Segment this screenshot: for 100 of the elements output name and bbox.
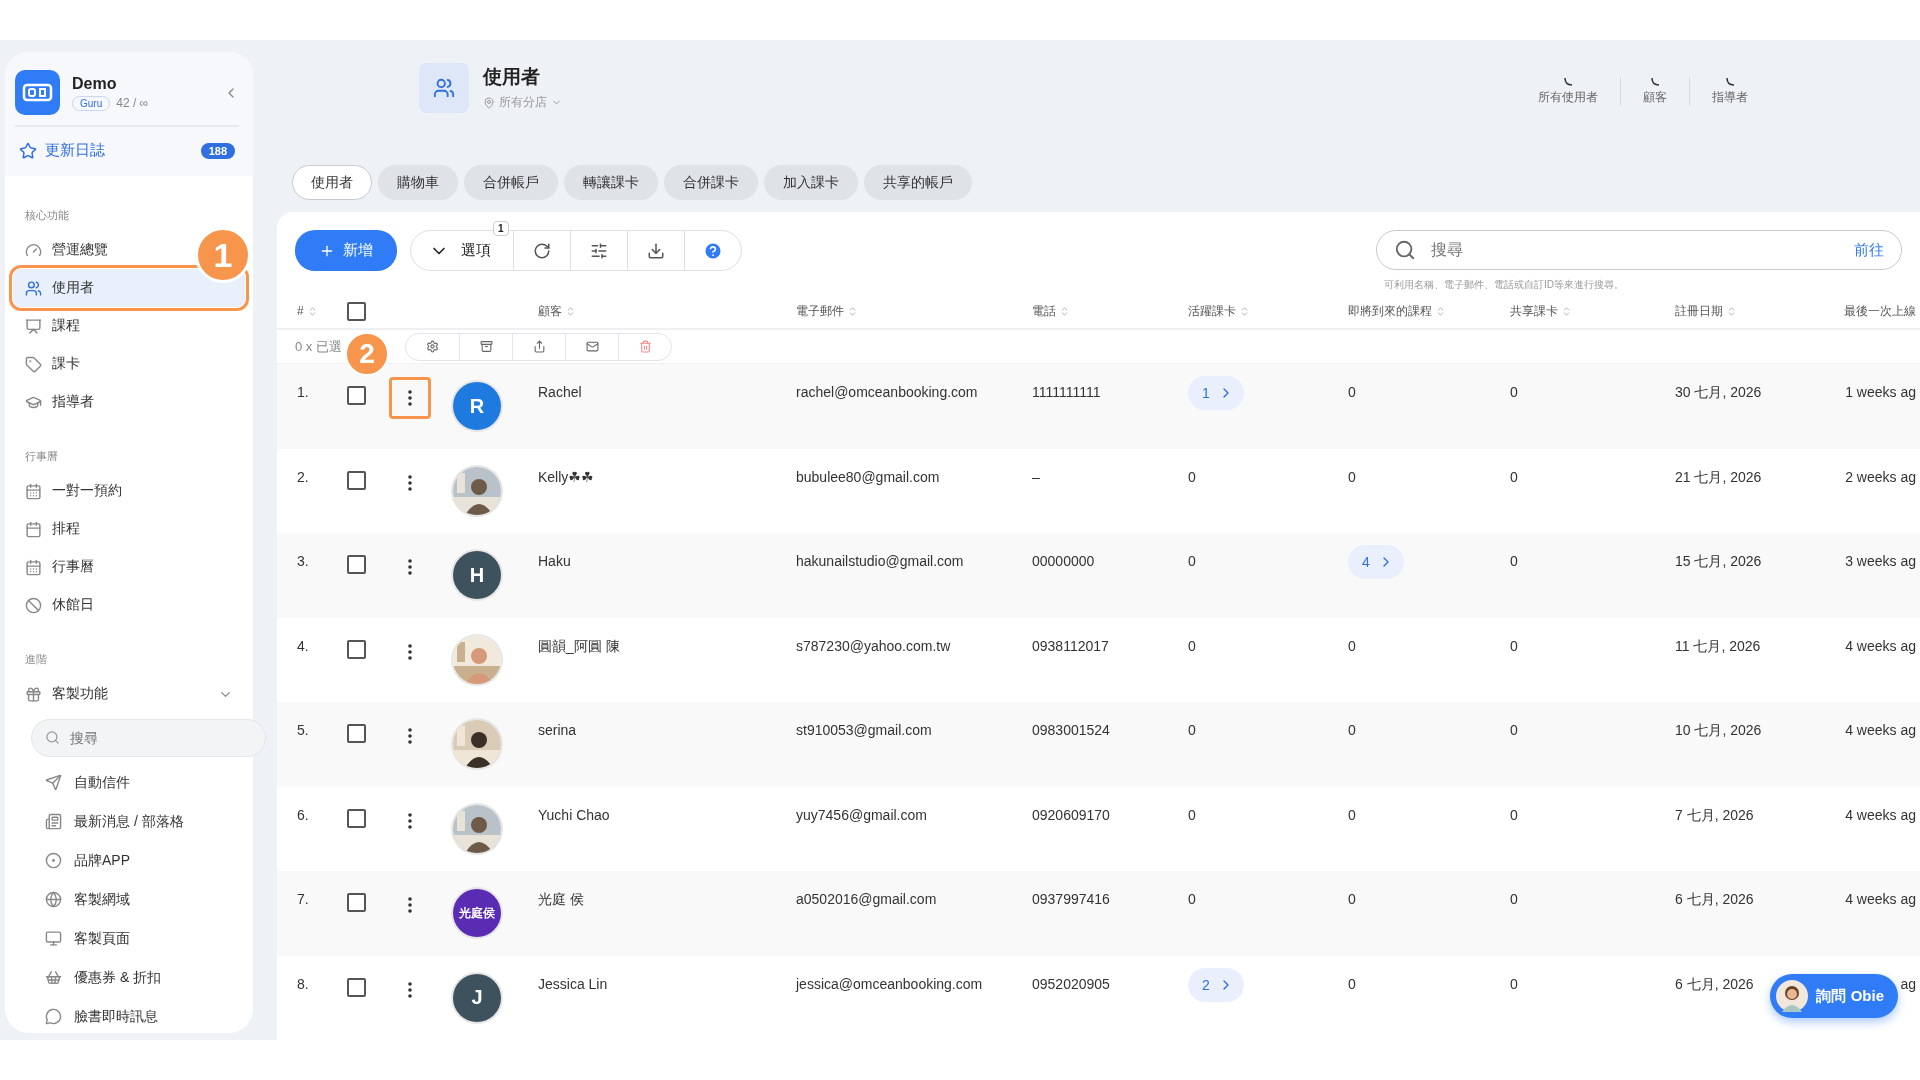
column-header[interactable]: 電話: [1032, 302, 1188, 320]
column-header[interactable]: #: [297, 304, 347, 319]
sidebar-item[interactable]: 行事曆: [13, 548, 106, 586]
sidebar-item[interactable]: 課卡: [13, 345, 92, 383]
row-checkbox[interactable]: [347, 555, 366, 574]
section-title: 進階: [24, 652, 48, 667]
sidebar-item[interactable]: 最新消息 / 部落格: [13, 802, 245, 841]
users-icon: [419, 62, 469, 113]
table-cell: 21 七月, 2026: [1675, 468, 1762, 487]
sort-icon[interactable]: [1239, 305, 1250, 317]
count-link[interactable]: 4: [1348, 545, 1404, 579]
table-cell-text: 4 weeks ag: [1845, 637, 1917, 654]
sidebar-item[interactable]: 課程: [13, 307, 92, 345]
tab[interactable]: 使用者: [292, 165, 372, 200]
changelog-link[interactable]: 更新日誌 188: [15, 127, 239, 170]
globe-icon: [45, 891, 62, 908]
tab[interactable]: 合併帳戶: [464, 165, 558, 200]
avatar: J: [453, 973, 501, 1022]
column-header[interactable]: 即將到來的課程: [1348, 302, 1510, 320]
tab[interactable]: 轉讓課卡: [564, 165, 658, 200]
sidebar-item[interactable]: 客製功能: [13, 675, 245, 713]
table-cell: 11 七月, 2026: [1675, 637, 1761, 656]
row-checkbox[interactable]: [347, 386, 366, 405]
sidebar-item[interactable]: 排程: [13, 510, 92, 548]
tab[interactable]: 合併課卡: [664, 165, 758, 200]
sort-icon[interactable]: [847, 305, 858, 317]
sidebar-item[interactable]: 營運總覽: [13, 231, 120, 269]
table-cell: 6 七月, 2026: [1675, 891, 1754, 909]
customer-name: Rachel: [538, 384, 582, 400]
customer-name: 圓韻_阿圓 陳: [538, 637, 620, 656]
table-cell: 0: [1510, 891, 1518, 907]
tab[interactable]: 共享的帳戶: [864, 165, 972, 200]
row-checkbox[interactable]: [347, 893, 366, 912]
sidebar-item[interactable]: 一對一預約: [13, 472, 134, 510]
table-cell: 0983001524: [1032, 722, 1110, 738]
sort-icon[interactable]: [1561, 305, 1572, 317]
row-checkbox[interactable]: [347, 724, 366, 743]
sidebar-item[interactable]: 品牌APP: [13, 841, 245, 880]
sidebar-item[interactable]: 客製網域: [13, 880, 245, 919]
sidebar-item[interactable]: 自動信件: [13, 763, 245, 802]
calendar-icon: [25, 520, 42, 538]
sidebar-item[interactable]: 優惠券 & 折扣: [13, 958, 245, 997]
avatar: R: [453, 382, 501, 430]
assistant-button[interactable]: 詢問 Obie: [1770, 974, 1898, 1018]
column-header[interactable]: 活躍課卡: [1188, 302, 1348, 320]
table-cell: jessica@omceanbooking.com: [796, 975, 983, 992]
mail-icon: [585, 340, 599, 354]
sidebar-item[interactable]: 臉書即時訊息: [13, 997, 245, 1036]
tab[interactable]: 購物車: [378, 165, 458, 200]
row-checkbox[interactable]: [347, 808, 366, 828]
customer-name: Yuchi Chao: [538, 806, 610, 823]
easel-icon: [25, 317, 42, 335]
table-cell: 0: [1188, 806, 1196, 823]
count-link[interactable]: 2: [1188, 967, 1244, 1002]
count-link[interactable]: 1: [1188, 376, 1244, 410]
table-cell: 0: [1348, 637, 1356, 654]
table-cell: 0: [1188, 468, 1196, 485]
search-field[interactable]: 搜尋: [31, 719, 266, 757]
row-number: 3.: [297, 553, 309, 569]
more-icon: [408, 643, 412, 660]
go-link[interactable]: 前往: [1854, 241, 1884, 260]
more-icon: [408, 390, 412, 406]
sidebar-item[interactable]: 客製頁面: [13, 919, 245, 958]
step-marker: 2: [345, 332, 389, 376]
map-pin-icon: [483, 96, 495, 109]
row-number: 7.: [297, 891, 309, 907]
sort-icon[interactable]: [1435, 305, 1446, 317]
more-icon: [408, 728, 412, 744]
row-checkbox[interactable]: [347, 470, 366, 490]
quota-text: 42 / ∞: [116, 96, 149, 110]
tab[interactable]: 加入課卡: [764, 165, 858, 200]
sidebar-item[interactable]: 休館日: [13, 586, 106, 624]
sort-icon[interactable]: [565, 305, 576, 317]
column-header[interactable]: 最後一次上線: [1844, 302, 1920, 320]
table-cell: 10 七月, 2026: [1675, 722, 1762, 740]
add-button[interactable]: 新增: [295, 230, 397, 271]
sort-icon[interactable]: [1059, 305, 1070, 317]
row-checkbox[interactable]: [347, 639, 366, 659]
column-header[interactable]: 註冊日期: [1675, 302, 1832, 320]
column-header[interactable]: 電子郵件: [796, 302, 1032, 320]
more-icon: [408, 812, 412, 829]
sidebar-item[interactable]: 指導者: [13, 383, 106, 421]
row-number: 2.: [297, 468, 309, 485]
sort-icon[interactable]: [1726, 305, 1737, 317]
table-cell-text: 3 weeks ag: [1845, 553, 1917, 569]
download-icon: [647, 241, 665, 260]
gear-icon: [426, 340, 439, 354]
users-icon: [25, 279, 42, 297]
table-cell: 30 七月, 2026: [1675, 384, 1762, 402]
calendar-icon: [25, 482, 42, 500]
row-checkbox[interactable]: [347, 977, 366, 997]
table-cell: 0952020905: [1032, 975, 1110, 992]
column-header[interactable]: 顧客: [538, 302, 796, 320]
table-cell-text: 2 weeks ag: [1845, 468, 1917, 485]
table-cell: 0920609170: [1032, 806, 1110, 823]
select-all-checkbox[interactable]: [347, 301, 366, 321]
column-header[interactable]: 共享課卡: [1510, 302, 1675, 320]
customer-name: serina: [538, 722, 577, 738]
more-button[interactable]: [389, 377, 431, 419]
customer-name: Jessica Lin: [538, 975, 608, 992]
